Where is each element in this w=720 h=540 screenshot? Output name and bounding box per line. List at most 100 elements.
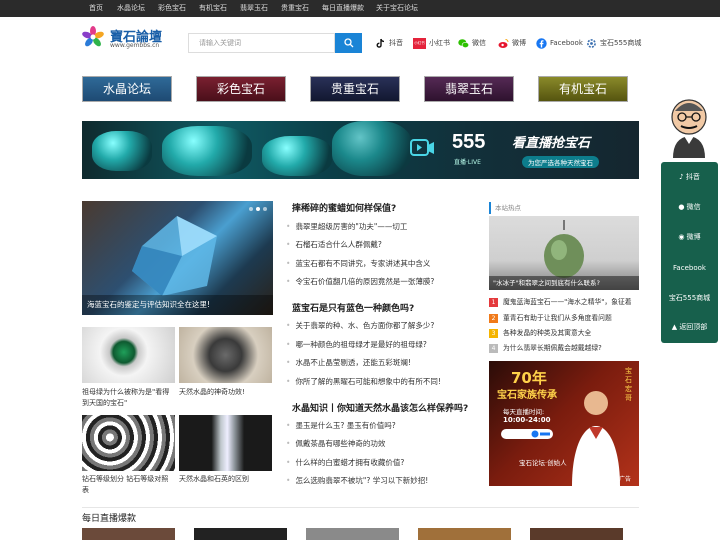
tiktok-icon: ♪: [679, 173, 684, 181]
float-facebook[interactable]: Facebook: [661, 264, 718, 272]
nav-home[interactable]: 首页: [89, 0, 103, 17]
ad-years: 70年: [511, 369, 547, 387]
tiktok-icon: [376, 38, 385, 48]
nav-color-gem[interactable]: 彩色宝石: [158, 0, 186, 17]
banner-brand: 555: [452, 131, 486, 153]
logo-flower-icon: [82, 26, 104, 47]
thumb-emerald-ring[interactable]: [82, 327, 175, 383]
aquamarine-image: [132, 216, 217, 296]
float-tiktok[interactable]: ♪ 抖音: [661, 172, 718, 182]
founder-photo: [572, 391, 620, 486]
facebook-icon: [531, 430, 550, 438]
article-link[interactable]: 石榴石适合什么人群佩戴?: [286, 239, 381, 250]
live-thumb[interactable]: [530, 528, 623, 540]
social-weibo[interactable]: 微博: [498, 37, 526, 49]
logo-url: www.gembbs.cn: [110, 42, 160, 49]
float-shop555[interactable]: 宝石555商城: [661, 293, 718, 303]
thumb-diamonds[interactable]: [82, 415, 175, 471]
article-link[interactable]: 佩戴茶晶有哪些神奇的功效: [286, 438, 385, 449]
slider-dots[interactable]: [249, 207, 267, 211]
section-title[interactable]: 蓝宝石是只有蓝色一种颜色吗?: [292, 301, 414, 314]
hot-image[interactable]: "水冰子"和翡翠之间到底有什么联系?: [489, 216, 639, 290]
hot-heading: 本站热点: [489, 202, 639, 214]
arrow-up-icon: ▲: [671, 323, 678, 331]
promo-banner[interactable]: 555 直播·LIVE 看直播抢宝石 为您严选各种天然宝石: [82, 121, 639, 179]
jade-pendant-image: [544, 220, 584, 278]
category-organic-gem[interactable]: 有机宝石: [538, 76, 628, 102]
ad-vertical-text: 宝石宏哥: [625, 367, 632, 402]
section-title[interactable]: 摔稀碎的蜜蜡如何样保值?: [292, 201, 396, 214]
ad-tag: 广告: [619, 476, 632, 483]
hot-rank-item[interactable]: 2 董青石有助于让我们从多角度看问题: [489, 312, 612, 323]
mascot-avatar[interactable]: [663, 93, 715, 158]
hot-rank-item[interactable]: 1 魔鬼蓝海蓝宝石——"海水之精华"，象征着: [489, 296, 632, 307]
banner-slogan: 看直播抢宝石: [512, 136, 591, 151]
search-input[interactable]: 请输入关键词: [188, 33, 335, 53]
article-link[interactable]: 你所了解的黑曜石可能和想象中的有所不同!: [286, 376, 441, 387]
hot-rank-item[interactable]: 3 各种发晶的种类及其寓意大全: [489, 327, 591, 338]
nav-crystal[interactable]: 水晶论坛: [117, 0, 145, 17]
float-weibo[interactable]: ◉ 微博: [661, 232, 718, 242]
article-link[interactable]: 怎么选购翡翠不被坑"? 学习以下新妙招!: [286, 475, 428, 486]
article-link[interactable]: 什么样的白蜜蜡才拥有收藏价值?: [286, 457, 404, 468]
live-thumb[interactable]: [306, 528, 399, 540]
social-tiktok[interactable]: 抖音: [375, 37, 403, 49]
article-link[interactable]: 哪一种颜色的祖母绿才是最好的祖母绿?: [286, 339, 426, 350]
category-jade[interactable]: 翡翠玉石: [424, 76, 514, 102]
live-section-title: 每日直播爆款: [82, 514, 137, 524]
ad-headline: 宝石家族传承: [497, 390, 557, 401]
float-back-to-top[interactable]: ▲ 返回顶部: [661, 322, 718, 332]
nav-precious-gem[interactable]: 贵重宝石: [281, 0, 309, 17]
social-shop555[interactable]: 宝石555商城: [586, 37, 641, 49]
thumb-caption[interactable]: 祖母绿为什么被称为是"看得到天国的宝石": [82, 387, 175, 409]
live-thumb[interactable]: [418, 528, 511, 540]
featured-caption: 海蓝宝石的鉴定与评估知识全在这里!: [82, 295, 273, 315]
article-link[interactable]: 关于翡翠的种、水、色方面你都了解多少?: [286, 320, 434, 331]
live-thumb[interactable]: [82, 528, 175, 540]
article-link[interactable]: 翡翠里超级厉害的"功夫"——切工: [286, 221, 407, 232]
hot-rank-item[interactable]: 4 为什么翡翠长期佩戴会越戴越绿?: [489, 342, 602, 353]
category-precious-gem[interactable]: 贵重宝石: [310, 76, 400, 102]
ad-footer: 宝石论坛·创始人: [519, 459, 567, 467]
banner-gem-image: [332, 121, 412, 176]
weibo-icon: ◉: [678, 233, 685, 241]
social-facebook[interactable]: Facebook: [536, 37, 583, 49]
thumb-caption[interactable]: 天然水晶的神奇功效!: [179, 387, 272, 398]
social-wechat[interactable]: 微信: [458, 37, 486, 49]
thumb-crystal-pixiu[interactable]: [179, 327, 272, 383]
live-thumb[interactable]: [194, 528, 287, 540]
floating-share-panel: ♪ 抖音 ● 微信 ◉ 微博 Facebook 宝石555商城 ▲ 返回顶部: [661, 162, 718, 343]
search-icon: [343, 38, 353, 48]
nav-organic-gem[interactable]: 有机宝石: [199, 0, 227, 17]
article-link[interactable]: 令宝石价值翻几倍的原因竟然是一张薄膜?: [286, 276, 434, 287]
banner-brand-sub: 直播·LIVE: [454, 159, 481, 166]
thumb-caption[interactable]: 钻石等级划分 钻石等级对照表: [82, 474, 175, 496]
banner-gem-image: [262, 136, 332, 176]
site-logo[interactable]: 寶石論壇 www.gembbs.cn: [82, 26, 162, 50]
category-color-gem[interactable]: 彩色宝石: [196, 76, 286, 102]
wechat-icon: ●: [678, 203, 685, 211]
nav-jade[interactable]: 翡翠玉石: [240, 0, 268, 17]
article-link[interactable]: 水晶不止晶莹剔透，还能五彩斑斓!: [286, 357, 411, 368]
ad-hours: 10:00-24:00: [503, 416, 551, 424]
featured-slider[interactable]: 海蓝宝石的鉴定与评估知识全在这里!: [82, 201, 273, 315]
weibo-icon: [498, 38, 509, 48]
ad-banner[interactable]: 70年 宝石家族传承 每天直播时间: 10:00-24:00 宝石宏哥 宝石论坛…: [489, 361, 639, 486]
article-link[interactable]: 蓝宝石都有不同讲究，专家讲述其中含义: [286, 258, 430, 269]
nav-live-deals[interactable]: 每日直播爆款: [322, 0, 364, 17]
category-crystal[interactable]: 水晶论坛: [82, 76, 172, 102]
thumb-crystal-quartz[interactable]: [179, 415, 272, 471]
thumb-caption[interactable]: 天然水晶和石英的区别: [179, 474, 272, 485]
ad-hours-label: 每天直播时间:: [503, 408, 545, 416]
xiaohongshu-icon: 小红书: [413, 37, 426, 49]
search-button[interactable]: [335, 33, 362, 53]
article-link[interactable]: 墨玉是什么玉? 墨玉有价值吗?: [286, 420, 395, 431]
nav-about[interactable]: 关于宝石论坛: [376, 0, 418, 17]
section-divider: [82, 507, 639, 508]
live-camera-icon: [410, 139, 434, 156]
float-wechat[interactable]: ● 微信: [661, 202, 718, 212]
section-title[interactable]: 水晶知识丨你知道天然水晶该怎么样保养吗?: [292, 401, 468, 414]
top-nav-bar: 首页 水晶论坛 彩色宝石 有机宝石 翡翠玉石 贵重宝石 每日直播爆款 关于宝石论…: [0, 0, 720, 17]
banner-gem-image: [162, 126, 252, 176]
social-xiaohongshu[interactable]: 小红书 小红书: [413, 37, 450, 49]
